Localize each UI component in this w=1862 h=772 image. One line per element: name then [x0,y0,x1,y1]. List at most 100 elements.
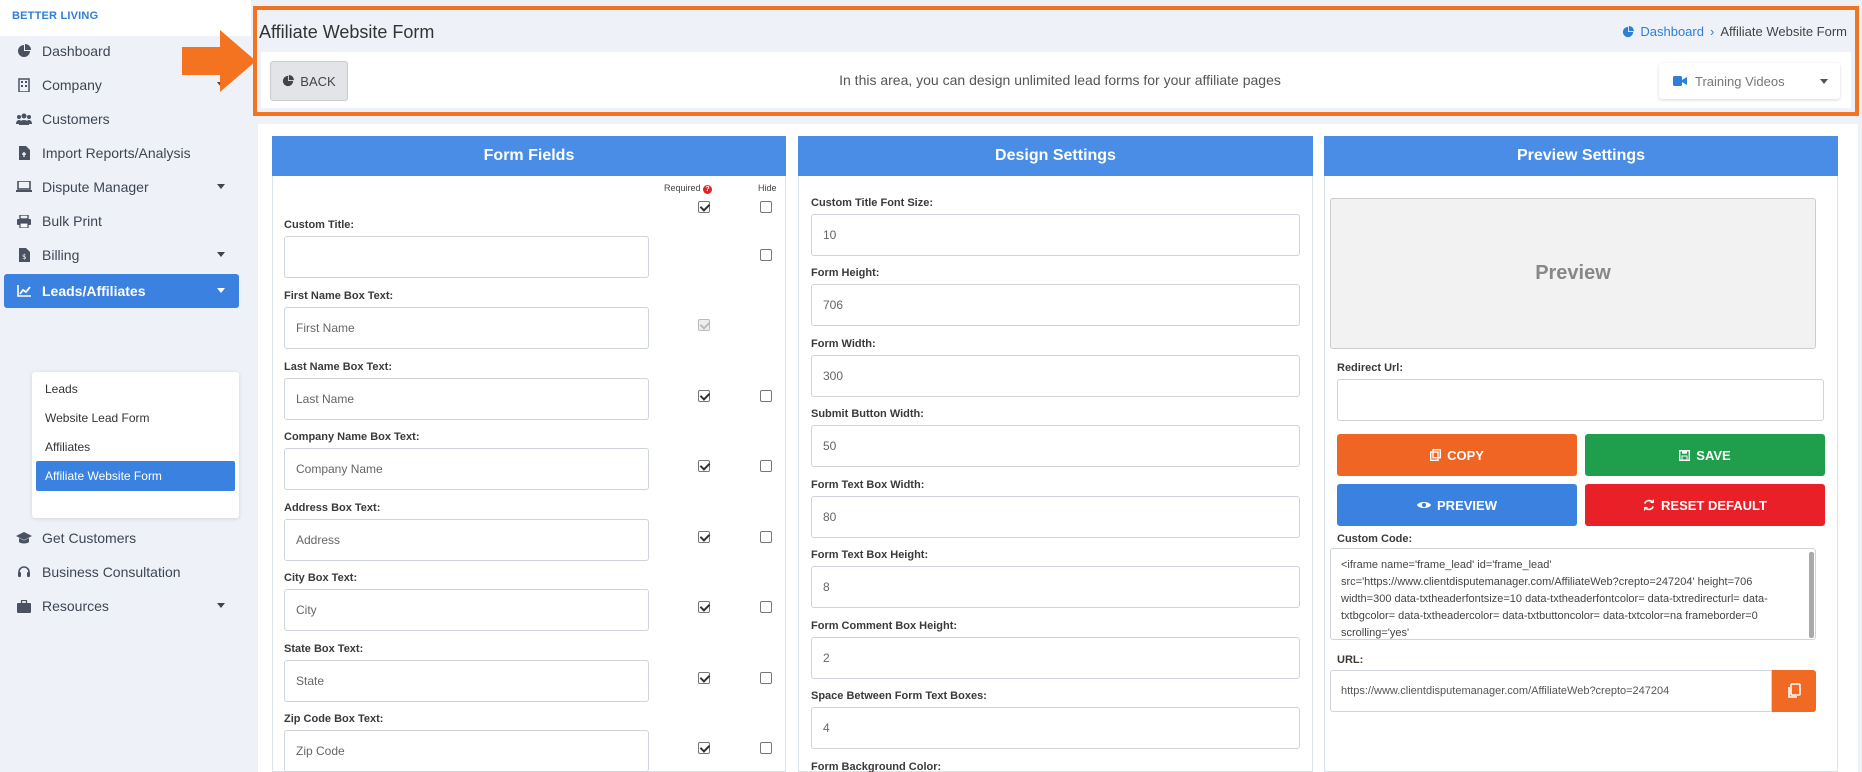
reset-default-button[interactable]: RESET DEFAULT [1585,484,1825,526]
submit-button-width-input[interactable]: 50 [811,425,1300,467]
preview-button[interactable]: PREVIEW [1337,484,1577,526]
city-hide-checkbox[interactable] [760,601,772,613]
custom-code-textarea[interactable]: <iframe name='frame_lead' id='frame_lead… [1330,548,1816,640]
sidebar-item-leads-affiliates[interactable]: Leads/Affiliates [4,274,239,308]
form-height-input[interactable]: 706 [811,284,1300,326]
copy-icon [1788,683,1801,698]
address-hide-checkbox[interactable] [760,531,772,543]
field-label: Form Comment Box Height: [811,620,958,632]
sidebar-item-label: Dispute Manager [42,179,149,195]
sidebar-item-billing[interactable]: $ Billing [4,238,239,272]
sidebar-item-resources[interactable]: Resources [4,589,239,623]
back-button[interactable]: BACK [270,61,348,101]
submenu-item-affiliates[interactable]: Affiliates [36,432,235,462]
field-label: Company Name Box Text: [284,431,420,443]
space-between-boxes-input[interactable]: 4 [811,707,1300,749]
sidebar-item-dispute-manager[interactable]: Dispute Manager [4,170,239,204]
graduation-cap-icon [16,530,32,546]
city-required-checkbox[interactable] [698,601,710,613]
hide-column-label: Hide [758,183,777,193]
last-name-hide-checkbox[interactable] [760,390,772,402]
required-column-label: Required ? [664,183,713,194]
last-name-required-checkbox[interactable] [698,390,710,402]
sidebar-item-business-consultation[interactable]: Business Consultation [4,555,239,589]
copy-button[interactable]: COPY [1337,434,1577,476]
printer-icon [16,213,32,229]
submenu-item-leads[interactable]: Leads [36,374,235,404]
field-label: State Box Text: [284,643,364,655]
state-input[interactable]: State [284,660,649,702]
zip-code-hide-checkbox[interactable] [760,742,772,754]
sidebar-item-bulk-print[interactable]: Bulk Print [4,204,239,238]
field-label: First Name Box Text: [284,290,394,302]
laptop-icon [16,179,32,195]
field-label: City Box Text: [284,572,358,584]
sidebar-item-label: Bulk Print [42,213,102,229]
custom-code-label: Custom Code: [1337,533,1413,545]
breadcrumb-current: Affiliate Website Form [1720,24,1847,39]
form-width-input[interactable]: 300 [811,355,1300,397]
company-name-hide-checkbox[interactable] [760,460,772,472]
copy-url-button[interactable] [1772,670,1816,712]
sidebar-item-import-reports[interactable]: Import Reports/Analysis [4,136,239,170]
submenu-item-website-lead-form[interactable]: Website Lead Form [36,403,235,433]
sidebar-item-label: Leads/Affiliates [42,283,146,299]
save-button-label: SAVE [1696,447,1731,463]
last-name-input[interactable]: Last Name [284,378,649,420]
sidebar: BETTER LIVING Dashboard Company Customer… [0,0,251,772]
briefcase-icon [16,598,32,614]
refresh-icon [1644,499,1655,511]
address-required-checkbox[interactable] [698,531,710,543]
training-videos-dropdown[interactable]: Training Videos [1659,63,1840,99]
company-name-input[interactable]: Company Name [284,448,649,490]
users-icon [16,111,32,127]
invoice-icon: $ [16,247,32,263]
title-font-size-input[interactable]: 10 [811,214,1300,256]
sidebar-item-label: Billing [42,247,80,263]
submenu-item-affiliate-website-form[interactable]: Affiliate Website Form [36,461,235,491]
breadcrumb-dashboard-link[interactable]: Dashboard [1622,24,1704,39]
comment-box-height-input[interactable]: 2 [811,637,1300,679]
field-label: Last Name Box Text: [284,361,392,373]
zip-code-required-checkbox[interactable] [698,742,710,754]
company-name-required-checkbox[interactable] [698,460,710,472]
text-box-height-input[interactable]: 8 [811,566,1300,608]
first-name-required-checkbox[interactable] [698,319,710,331]
orange-arrow-icon [182,30,256,92]
address-input[interactable]: Address [284,519,649,561]
chevron-down-icon [217,603,225,608]
custom-title-hide-checkbox[interactable] [760,201,772,213]
video-camera-icon [1673,76,1687,86]
city-input[interactable]: City [284,589,649,631]
preview-settings-header: Preview Settings [1324,136,1838,176]
state-hide-checkbox[interactable] [760,672,772,684]
sidebar-item-customers[interactable]: Customers [4,102,239,136]
field-label: Zip Code Box Text: [284,713,384,725]
page-title: Affiliate Website Form [259,22,435,42]
field-label: Form Width: [811,338,876,350]
preview-area: Preview [1330,198,1816,349]
chevron-down-icon [217,252,225,257]
first-name-input[interactable]: First Name [284,307,649,349]
sidebar-item-label: Customers [42,111,110,127]
chevron-down-icon [1820,79,1828,84]
state-required-checkbox[interactable] [698,672,710,684]
field-label: Form Background Color: [811,761,942,772]
reset-default-button-label: RESET DEFAULT [1661,497,1767,513]
custom-title-input[interactable] [284,236,649,278]
custom-title-hide-checkbox-2[interactable] [760,249,772,261]
form-fields-header: Form Fields [272,136,786,176]
back-button-label: BACK [300,73,336,89]
custom-title-required-checkbox[interactable] [698,201,710,213]
custom-code-scrollbar[interactable] [1809,552,1814,638]
zip-code-input[interactable]: Zip Code [284,730,649,772]
pie-chart-icon [283,75,295,87]
file-import-icon [16,145,32,161]
redirect-url-input[interactable] [1337,379,1824,421]
field-label: Submit Button Width: [811,408,924,420]
text-box-width-input[interactable]: 80 [811,496,1300,538]
preview-button-label: PREVIEW [1437,497,1497,513]
sidebar-item-get-customers[interactable]: Get Customers [4,521,239,555]
save-button[interactable]: SAVE [1585,434,1825,476]
url-field[interactable]: https://www.clientdisputemanager.com/Aff… [1330,670,1772,712]
